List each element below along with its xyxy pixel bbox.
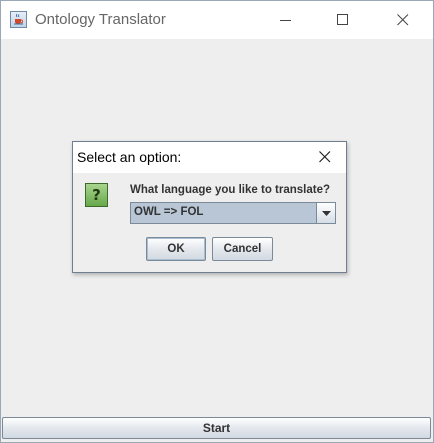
window-titlebar[interactable]: Ontology Translator — [1, 1, 433, 39]
minimize-button[interactable] — [263, 1, 309, 39]
language-select-value: OWL => FOL — [134, 206, 204, 218]
close-icon — [397, 14, 409, 26]
chevron-down-icon — [321, 210, 331, 216]
close-button[interactable] — [380, 1, 426, 39]
window-title: Ontology Translator — [35, 11, 166, 28]
start-button[interactable]: Start — [2, 417, 431, 439]
cancel-button[interactable]: Cancel — [212, 237, 273, 261]
dialog-question: What language you like to translate? — [130, 184, 331, 196]
question-icon: ? — [85, 183, 108, 207]
java-cup-icon — [10, 11, 27, 28]
dropdown-arrow-button[interactable] — [316, 203, 335, 223]
select-option-dialog: Select an option: ? What language you li… — [72, 141, 347, 273]
dialog-close-button[interactable] — [311, 145, 339, 169]
close-icon — [319, 151, 331, 163]
dialog-title: Select an option: — [77, 149, 182, 165]
maximize-button[interactable] — [320, 1, 366, 39]
dialog-titlebar[interactable]: Select an option: — [73, 142, 346, 173]
maximize-icon — [337, 14, 348, 25]
minimize-icon — [280, 20, 291, 21]
ok-button[interactable]: OK — [146, 237, 206, 261]
language-select[interactable]: OWL => FOL — [130, 202, 336, 224]
